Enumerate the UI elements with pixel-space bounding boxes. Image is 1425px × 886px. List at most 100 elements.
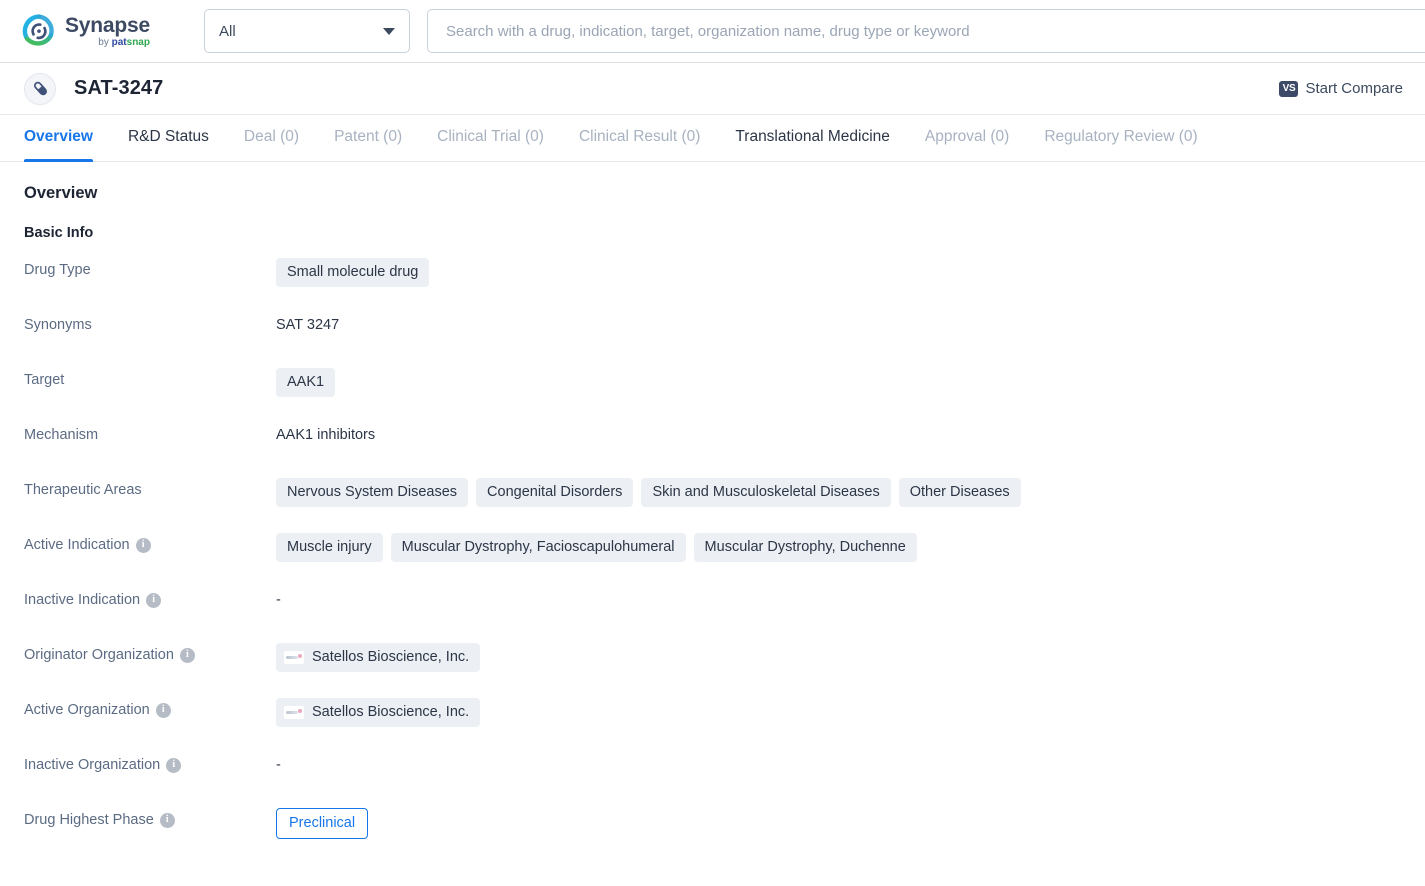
row-value-drug-highest-phase: Preclinical (276, 807, 1401, 840)
search-scope-select[interactable]: All (204, 9, 410, 53)
info-icon[interactable]: i (155, 702, 171, 718)
info-row-originator-organization: Originator Organization i Satellos Bioscie… (24, 642, 1401, 697)
organization-tag[interactable]: Satellos Bioscience, Inc. (276, 643, 481, 673)
empty-value: - (276, 757, 281, 773)
row-value-therapeutic-areas: Nervous System Diseases Congenital Disord… (276, 477, 1401, 508)
row-label-inactive-organization: Inactive Organization i (24, 752, 276, 773)
chevron-down-icon (383, 27, 395, 35)
row-label-text: Drug Highest Phase (24, 812, 154, 828)
row-label-drug-highest-phase: Drug Highest Phase i (24, 807, 276, 828)
tag[interactable]: Skin and Musculoskeletal Diseases (641, 478, 891, 508)
info-icon[interactable]: i (146, 592, 162, 608)
row-label-originator-organization: Originator Organization i (24, 642, 276, 663)
row-label-text: Synonyms (24, 317, 92, 333)
overview-panel: Overview Basic Info Drug Type Small molec… (0, 162, 1425, 862)
organization-logo-icon (284, 705, 304, 719)
organization-tag[interactable]: Satellos Bioscience, Inc. (276, 698, 481, 728)
row-label-text: Active Organization (24, 702, 150, 718)
tag[interactable]: Small molecule drug (276, 258, 430, 288)
organization-name: Satellos Bioscience, Inc. (312, 704, 470, 720)
start-compare-label: Start Compare (1305, 80, 1403, 97)
start-compare-button[interactable]: VS Start Compare (1279, 80, 1409, 97)
info-icon[interactable]: i (135, 537, 151, 553)
phase-badge[interactable]: Preclinical (276, 808, 369, 840)
tag[interactable]: Muscular Dystrophy, Duchenne (693, 533, 917, 563)
text-value: SAT 3247 (276, 317, 340, 333)
tab-translational-medicine[interactable]: Translational Medicine (735, 115, 890, 161)
row-label-text: Inactive Organization (24, 757, 161, 773)
organization-name: Satellos Bioscience, Inc. (312, 649, 470, 665)
brand-pat: pat (111, 36, 127, 48)
tab-patent-0: Patent (0) (334, 128, 403, 145)
info-row-inactive-indication: Inactive Indication i - (24, 587, 1401, 642)
row-value-target: AAK1 (276, 367, 1401, 398)
row-value-inactive-indication: - (276, 587, 1401, 608)
tab-clinical-trial-0: Clinical Trial (0) (437, 128, 544, 145)
row-value-synonyms: SAT 3247 (276, 312, 1401, 333)
row-value-drug-type: Small molecule drug (276, 257, 1401, 288)
info-row-active-indication: Active Indication i Muscle injury Muscular … (24, 532, 1401, 587)
info-row-drug-highest-phase: Drug Highest Phase i Preclinical (24, 807, 1401, 862)
vs-icon: VS (1279, 80, 1299, 97)
top-bar: Synapse by patsnap All (0, 0, 1425, 63)
tab-r-d-status[interactable]: R&D Status (128, 115, 209, 161)
info-icon[interactable]: i (179, 647, 195, 663)
row-label-synonyms: Synonyms (24, 312, 276, 333)
row-label-drug-type: Drug Type (24, 257, 276, 278)
brand-logo[interactable]: Synapse by patsnap (0, 14, 200, 48)
info-icon[interactable]: i (166, 757, 182, 773)
row-label-text: Mechanism (24, 427, 99, 443)
search-box[interactable] (427, 9, 1425, 53)
info-row-therapeutic-areas: Therapeutic Areas Nervous System Diseases… (24, 477, 1401, 532)
tab-clinical-result-0: Clinical Result (0) (578, 128, 701, 145)
page-title: SAT-3247 (74, 77, 164, 99)
info-row-mechanism: Mechanism AAK1 inhibitors (24, 422, 1401, 477)
tag[interactable]: Nervous System Diseases (276, 478, 469, 508)
tab-bar: Overview R&D Status Deal (0) Patent (0) Clin… (0, 115, 1425, 162)
row-value-inactive-organization: - (276, 752, 1401, 773)
info-row-active-organization: Active Organization i Satellos Bioscience,… (24, 697, 1401, 752)
row-label-active-indication: Active Indication i (24, 532, 276, 553)
info-row-synonyms: Synonyms SAT 3247 (24, 312, 1401, 367)
row-label-therapeutic-areas: Therapeutic Areas (24, 477, 276, 498)
organization-logo-icon (284, 650, 304, 664)
row-label-text: Therapeutic Areas (24, 482, 142, 498)
basic-info-rows: Drug Type Small molecule drug Synonyms SAT … (24, 257, 1401, 862)
row-label-text: Inactive Indication (24, 592, 141, 608)
brand-name: Synapse (65, 13, 150, 37)
tag[interactable]: Muscular Dystrophy, Facioscapulohumeral (390, 533, 686, 563)
search-input[interactable] (444, 21, 1409, 41)
row-value-active-organization: Satellos Bioscience, Inc. (276, 697, 1401, 728)
brand-by: by (98, 36, 112, 48)
row-label-target: Target (24, 367, 276, 388)
info-row-drug-type: Drug Type Small molecule drug (24, 257, 1401, 312)
tag[interactable]: Muscle injury (276, 533, 383, 563)
tag[interactable]: AAK1 (276, 368, 336, 398)
tab-regulatory-review-0: Regulatory Review (0) (1044, 128, 1198, 145)
tab-overview[interactable]: Overview (24, 115, 93, 162)
tag[interactable]: Congenital Disorders (476, 478, 634, 508)
search-scope-value: All (219, 22, 236, 40)
row-label-mechanism: Mechanism (24, 422, 276, 443)
row-label-text: Drug Type (24, 262, 91, 278)
brand-snap: snap (126, 36, 150, 48)
page-section-title: Overview (24, 184, 98, 202)
row-value-originator-organization: Satellos Bioscience, Inc. (276, 642, 1401, 673)
empty-value: - (276, 592, 281, 608)
row-label-text: Active Indication (24, 537, 130, 553)
info-icon[interactable]: i (159, 812, 175, 828)
info-row-target: Target AAK1 (24, 367, 1401, 422)
row-label-text: Originator Organization (24, 647, 174, 663)
row-label-inactive-indication: Inactive Indication i (24, 587, 276, 608)
row-label-active-organization: Active Organization i (24, 697, 276, 718)
brand-tagline: by patsnap (65, 36, 150, 48)
tab-deal-0: Deal (0) (243, 128, 300, 145)
tag[interactable]: Other Diseases (898, 478, 1021, 508)
basic-info-title: Basic Info (24, 225, 94, 241)
text-value: AAK1 inhibitors (276, 427, 376, 443)
drug-header: SAT-3247 VS Start Compare (0, 63, 1425, 115)
row-label-text: Target (24, 372, 65, 388)
row-value-mechanism: AAK1 inhibitors (276, 422, 1401, 443)
tab-approval-0: Approval (0) (924, 128, 1010, 145)
pill-icon (24, 72, 56, 105)
